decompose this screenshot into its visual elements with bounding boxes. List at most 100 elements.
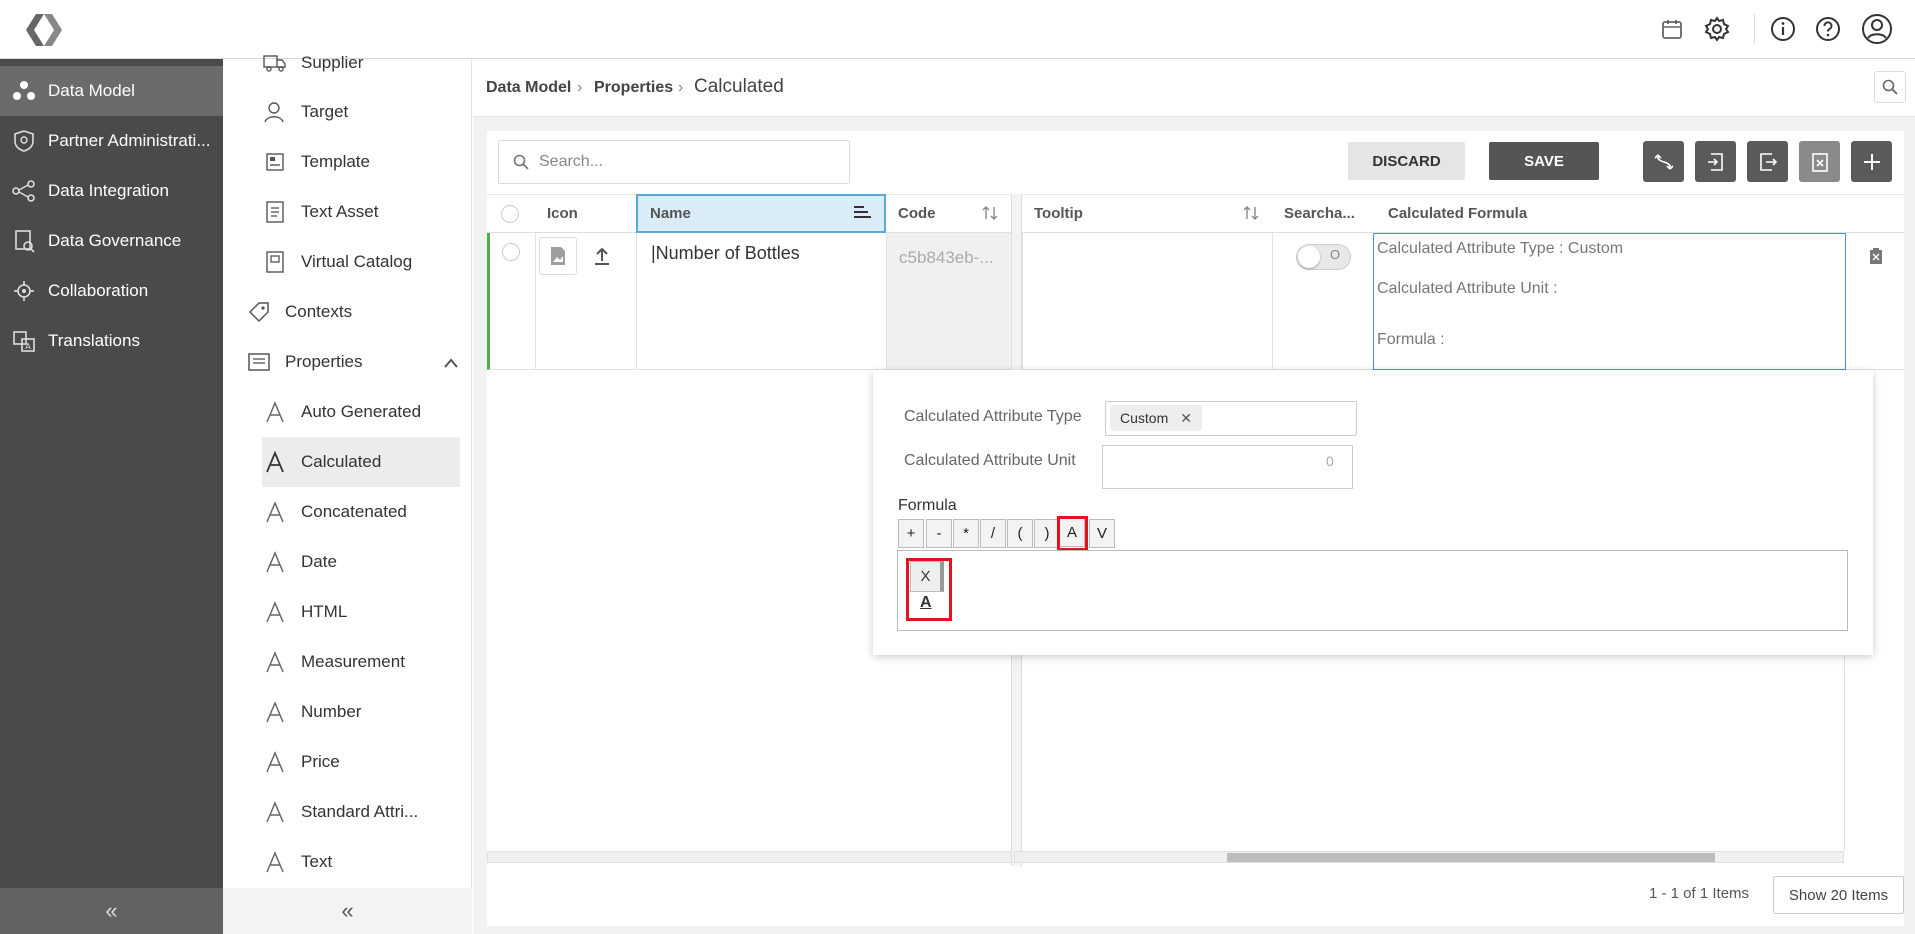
operator-plus-button[interactable]: + — [898, 519, 924, 548]
subnav-label: Price — [301, 752, 340, 771]
breadcrumb-properties[interactable]: Properties — [594, 79, 673, 97]
subnav-item-text-asset[interactable]: Text Asset — [263, 187, 463, 237]
nav-label: Translations — [48, 331, 140, 350]
supplier-icon — [263, 51, 287, 75]
unit-char-count: 0 — [1326, 453, 1334, 469]
nav-item-data-integration[interactable]: Data Integration — [0, 166, 223, 216]
primary-sidebar: Data Model Partner Administrati... Data … — [0, 59, 223, 934]
row-name-cell[interactable]: |Number of Bottles — [636, 233, 886, 370]
subnav-item-measurement[interactable]: Measurement — [263, 637, 463, 687]
subnav-label: Date — [301, 552, 337, 571]
subnav-item-auto-generated[interactable]: Auto Generated — [263, 387, 463, 437]
page-size-button[interactable]: Show 20 Items — [1773, 876, 1904, 914]
nav-label: Collaboration — [48, 281, 149, 300]
subnav-item-date[interactable]: Date — [263, 537, 463, 587]
formula-input-area[interactable] — [897, 550, 1848, 631]
subnav-item-number[interactable]: Number — [263, 687, 463, 737]
search-icon[interactable] — [1874, 71, 1906, 103]
unit-input[interactable] — [1102, 445, 1353, 489]
subnav-label: Text Asset — [301, 202, 379, 221]
formula-formula-line: Formula : — [1377, 331, 1445, 348]
delete-button[interactable] — [1799, 141, 1840, 182]
subnav-group-properties[interactable]: Properties — [247, 337, 463, 387]
calendar-icon[interactable] — [1657, 14, 1687, 44]
subnav-item-template[interactable]: Template — [263, 137, 463, 187]
row-code-cell: c5b843eb-... — [886, 233, 1011, 370]
image-placeholder-icon[interactable] — [539, 237, 577, 275]
nav-item-data-governance[interactable]: Data Governance — [0, 216, 223, 266]
export-button[interactable] — [1747, 141, 1788, 182]
nav-label: Data Governance — [48, 231, 182, 250]
formula-label: Formula — [898, 497, 957, 514]
operator-multiply-button[interactable]: * — [953, 519, 979, 548]
column-header-tooltip[interactable]: Tooltip — [1022, 194, 1272, 233]
sort-icon[interactable] — [1242, 205, 1260, 225]
column-header-name[interactable]: Name — [636, 194, 886, 233]
operator-divide-button[interactable]: / — [980, 519, 1006, 548]
select-all-radio[interactable] — [501, 204, 519, 223]
scrollbar-thumb[interactable] — [1227, 853, 1715, 862]
tag-icon — [247, 300, 271, 324]
nav-item-translations[interactable]: A Translations — [0, 316, 223, 366]
row-formula-cell[interactable]: Calculated Attribute Type : Custom Calcu… — [1373, 233, 1846, 370]
toggle-knob — [1298, 246, 1320, 268]
chevron-up-icon[interactable] — [443, 354, 459, 374]
breadcrumb — [473, 59, 1915, 117]
add-button[interactable] — [1851, 141, 1892, 182]
help-icon[interactable] — [1813, 14, 1843, 44]
sort-icon[interactable] — [981, 205, 999, 225]
breadcrumb-separator: › — [577, 79, 583, 96]
unit-label: Calculated Attribute Unit — [904, 452, 1076, 469]
sort-desc-icon[interactable] — [852, 204, 872, 224]
nav-item-data-model[interactable]: Data Model — [0, 66, 223, 116]
nav-item-collaboration[interactable]: Collaboration — [0, 266, 223, 316]
attribute-a-icon — [263, 450, 287, 474]
column-label: Code — [898, 205, 936, 222]
subnav-item-html[interactable]: HTML — [263, 587, 463, 637]
type-chip: Custom ✕ — [1110, 405, 1202, 431]
nav-item-partner-administration[interactable]: Partner Administrati... — [0, 116, 223, 166]
highlight-box — [906, 558, 952, 621]
subnav-item-virtual-catalog[interactable]: Virtual Catalog — [263, 237, 463, 287]
row-tooltip-cell[interactable] — [1022, 233, 1272, 370]
column-header-code[interactable]: Code — [886, 194, 1011, 233]
column-header-icon[interactable]: Icon — [535, 194, 636, 233]
app-logo-icon[interactable] — [20, 10, 68, 50]
horizontal-scrollbar-frozen[interactable] — [487, 851, 1012, 863]
delete-row-icon[interactable] — [1869, 247, 1883, 270]
collaboration-icon — [0, 279, 48, 303]
close-icon[interactable]: ✕ — [1180, 410, 1192, 427]
subnav-group-contexts[interactable]: Contexts — [247, 287, 463, 337]
info-icon[interactable] — [1768, 14, 1798, 44]
subnav-item-concatenated[interactable]: Concatenated — [263, 487, 463, 537]
breadcrumb-data-model[interactable]: Data Model — [486, 79, 571, 97]
subnav-label: Contexts — [285, 302, 353, 321]
import-button[interactable] — [1695, 141, 1736, 182]
discard-button[interactable]: DISCARD — [1348, 142, 1465, 180]
user-avatar-icon[interactable] — [1860, 12, 1894, 46]
refresh-button[interactable] — [1643, 141, 1684, 182]
subnav-item-price[interactable]: Price — [263, 737, 463, 787]
insert-value-button[interactable]: V — [1089, 519, 1115, 548]
gear-icon[interactable] — [1702, 14, 1732, 44]
subnav-item-calculated[interactable]: Calculated — [262, 437, 460, 487]
save-button[interactable]: SAVE — [1489, 142, 1599, 180]
subnav-item-text[interactable]: Text — [263, 837, 463, 887]
subnav-item-standard-attribute[interactable]: Standard Attri... — [263, 787, 463, 837]
attribute-a-icon — [263, 750, 287, 774]
row-select-radio[interactable] — [502, 243, 520, 261]
collapse-sidebar-button[interactable]: « — [0, 888, 223, 934]
column-header-calculated-formula[interactable]: Calculated Formula — [1373, 194, 1846, 233]
upload-icon[interactable] — [591, 245, 613, 272]
nav-label: Data Integration — [48, 181, 169, 200]
attribute-a-icon — [263, 800, 287, 824]
operator-minus-button[interactable]: - — [926, 519, 952, 548]
operator-open-paren-button[interactable]: ( — [1007, 519, 1033, 548]
virtual-catalog-icon — [263, 250, 287, 274]
row-name-text[interactable]: |Number of Bottles — [651, 243, 800, 264]
subnav-item-target[interactable]: Target — [263, 87, 463, 137]
search-input[interactable] — [539, 153, 829, 171]
column-label: Icon — [547, 205, 578, 222]
column-header-searchable[interactable]: Searcha... — [1272, 194, 1373, 233]
collapse-subnav-button[interactable]: « — [223, 888, 472, 934]
